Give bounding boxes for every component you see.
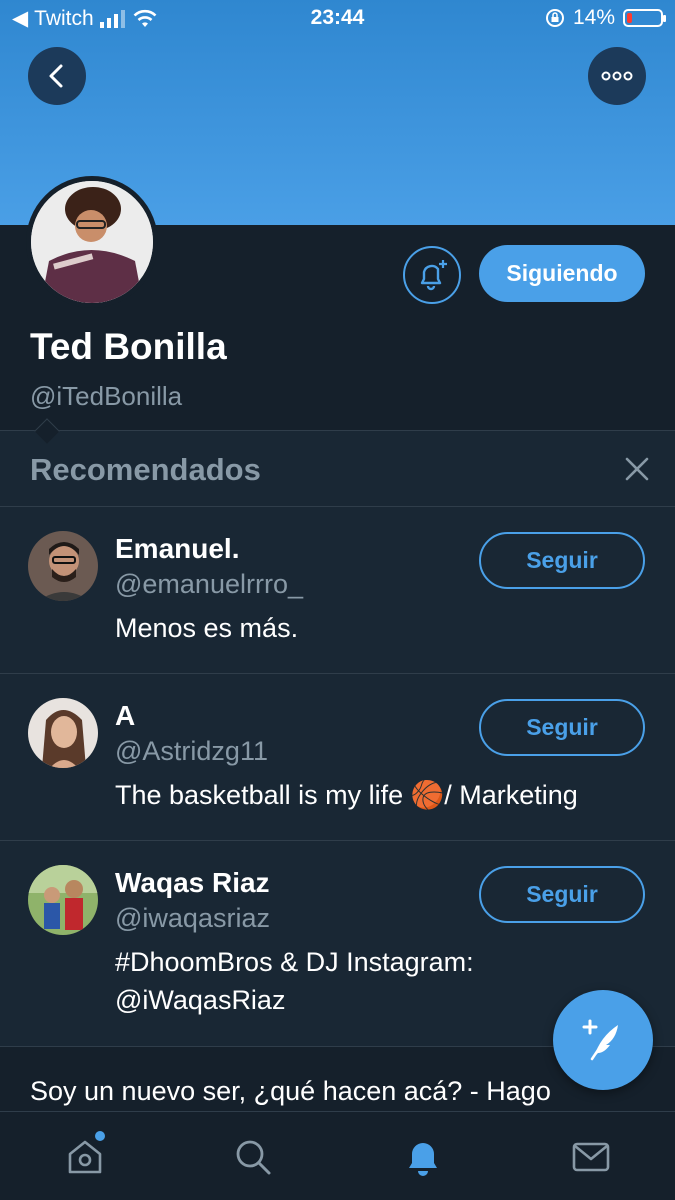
user-handle: @iwaqasriaz [115, 903, 270, 933]
back-arrow-icon [49, 64, 63, 88]
user-avatar[interactable] [28, 865, 98, 935]
user-avatar-image [28, 865, 98, 935]
recommended-title: Recomendados [30, 452, 261, 487]
profile-display-name: Ted Bonilla [30, 326, 227, 367]
user-bio: The basketball is my life 🏀/ Marketing [115, 780, 578, 810]
orientation-lock-icon [545, 9, 564, 27]
compose-tweet-icon [582, 1019, 618, 1061]
notifications-toggle-button[interactable] [403, 246, 461, 304]
more-options-button[interactable] [588, 47, 646, 105]
tab-messages[interactable] [568, 1134, 614, 1180]
user-avatar-image [28, 698, 98, 768]
recommended-user-item[interactable]: Waqas Riaz @iwaqasriaz #DhoomBros & DJ I… [0, 841, 675, 1015]
home-icon [68, 1140, 102, 1174]
more-options-icon [601, 71, 633, 81]
notifications-icon [409, 1143, 437, 1176]
user-handle: @Astridzg11 [115, 736, 268, 766]
section-divider [0, 430, 675, 431]
status-bar: ◀ Twitch 23:44 14% [0, 0, 675, 38]
follow-button[interactable]: Seguir [479, 699, 645, 756]
search-icon [236, 1140, 271, 1175]
notification-bell-plus-icon [420, 260, 447, 291]
following-button[interactable]: Siguiendo [479, 245, 645, 302]
bottom-tab-bar [0, 1111, 675, 1200]
tab-notifications[interactable] [400, 1134, 446, 1180]
recommended-user-item[interactable]: A @Astridzg11 The basketball is my life … [0, 674, 675, 840]
tweet-text-preview[interactable]: Soy un nuevo ser, ¿qué hacen acá? - Hago [30, 1076, 551, 1107]
profile-avatar[interactable] [26, 176, 158, 308]
status-bar-right: 14% [545, 6, 666, 30]
user-avatar-image [28, 531, 98, 601]
user-bio: #DhoomBros & DJ Instagram: @iWaqasRiaz [115, 947, 474, 1015]
user-avatar[interactable] [28, 698, 98, 768]
close-icon[interactable] [620, 452, 654, 486]
user-handle: @emanuelrrro_ [115, 569, 303, 599]
recommended-user-item[interactable]: Emanuel. @emanuelrrro_ Menos es más. Seg… [0, 507, 675, 673]
tab-search[interactable] [230, 1134, 276, 1180]
follow-button[interactable]: Seguir [479, 532, 645, 589]
tab-home[interactable] [62, 1134, 108, 1180]
messages-icon [572, 1142, 610, 1172]
user-display-name: Emanuel. [115, 533, 240, 564]
profile-handle: @iTedBonilla [30, 381, 183, 411]
user-display-name: A [115, 700, 136, 731]
home-unread-indicator [95, 1131, 105, 1141]
battery-icon [623, 9, 666, 27]
battery-percent: 14% [572, 6, 615, 29]
user-bio: Menos es más. [115, 613, 299, 643]
user-avatar[interactable] [28, 531, 98, 601]
follow-button[interactable]: Seguir [479, 866, 645, 923]
user-display-name: Waqas Riaz [115, 867, 270, 898]
profile-avatar-image [31, 181, 153, 303]
compose-tweet-button[interactable] [553, 990, 653, 1090]
back-button[interactable] [28, 47, 86, 105]
